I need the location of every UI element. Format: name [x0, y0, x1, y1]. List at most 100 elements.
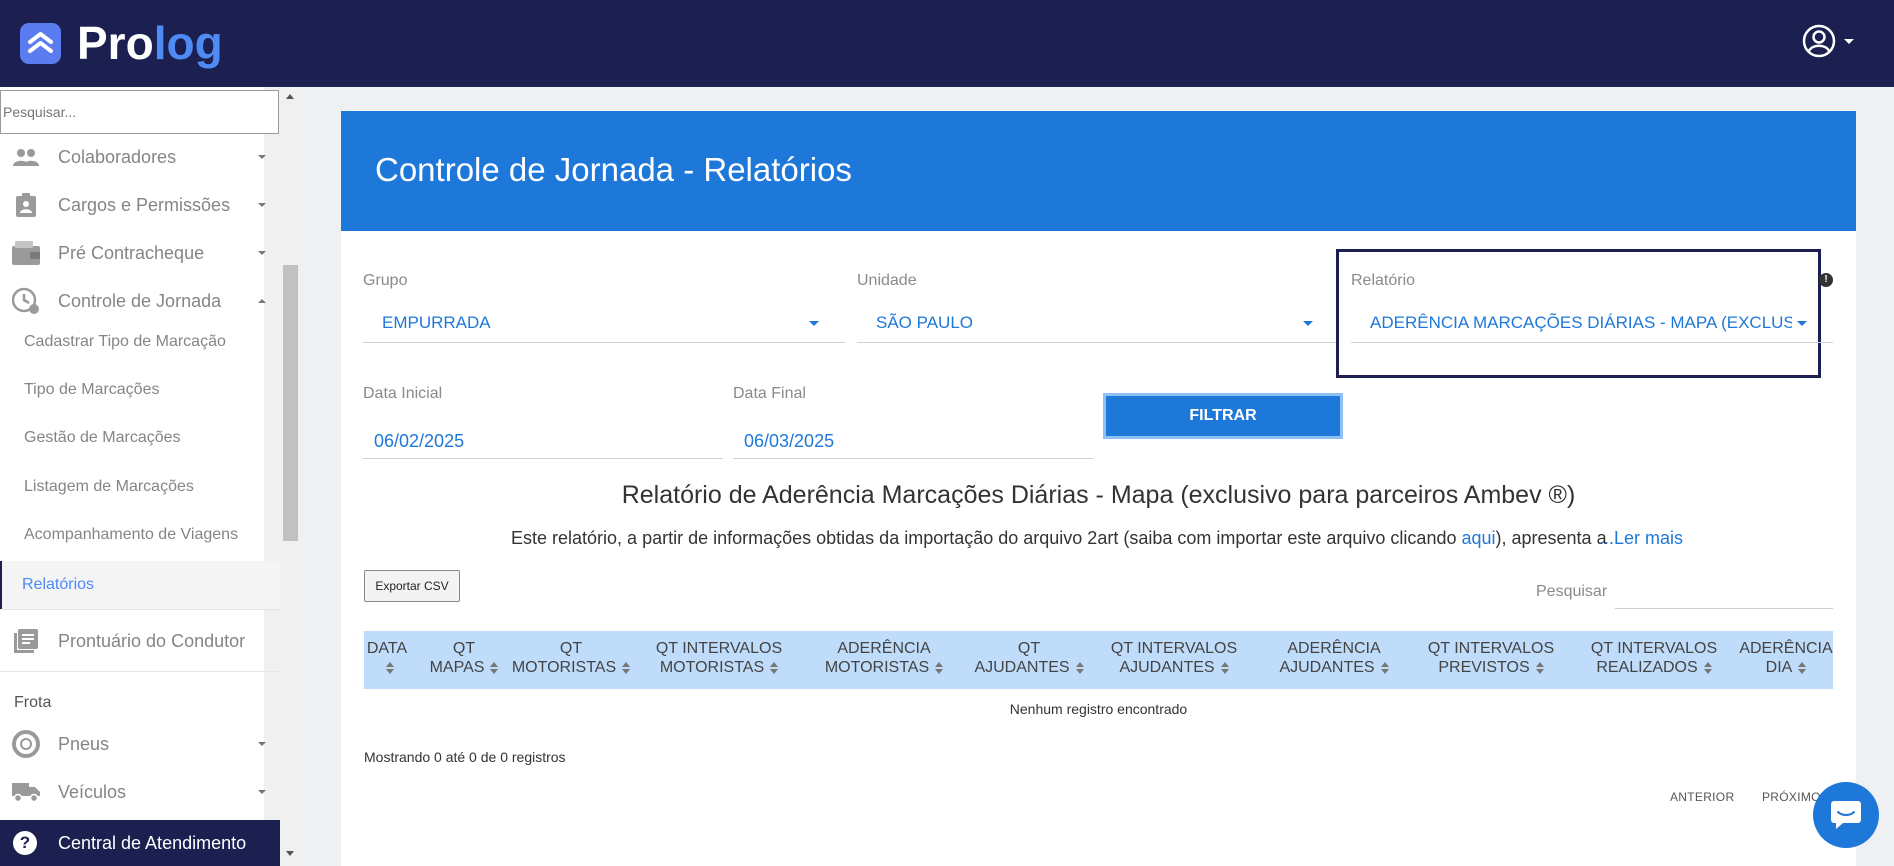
table-search-input[interactable] — [1615, 575, 1833, 609]
wallet-icon — [12, 239, 40, 267]
relatorio-value: ADERÊNCIA MARCAÇÕES DIÁRIAS - MAPA (EXCL… — [1370, 313, 1792, 332]
report-desc-text: Este relatório, a partir de informações … — [511, 528, 1462, 548]
chat-button[interactable] — [1813, 782, 1879, 848]
chevron-down-icon — [258, 155, 266, 159]
column-header-qt-ajudantes[interactable]: QT AJUDANTES — [964, 639, 1094, 677]
sidebar-item-cargos[interactable]: Cargos e Permissões — [0, 185, 280, 225]
truck-icon — [12, 778, 40, 806]
sort-icon — [935, 661, 944, 674]
table-search-label: Pesquisar — [1536, 583, 1608, 600]
sidebar-section-frota: Frota — [14, 694, 52, 711]
sidebar-item-label: Prontuário do Condutor — [58, 630, 246, 651]
sidebar-item-pneus[interactable]: Pneus — [0, 724, 280, 764]
data-final-value: 06/03/2025 — [744, 431, 835, 451]
sidebar-sub-cadastrar-tipo[interactable]: Cadastrar Tipo de Marcação — [0, 324, 280, 360]
chevron-down-icon — [258, 790, 266, 794]
sidebar-item-label: Controle de Jornada — [58, 290, 222, 311]
sidebar-divider — [0, 671, 280, 672]
column-header-qt-motoristas[interactable]: QT MOTORISTAS — [506, 639, 636, 677]
column-header-aderencia-motoristas[interactable]: ADERÊNCIA MOTORISTAS — [809, 639, 959, 677]
sidebar-sub-relatorios[interactable]: Relatórios — [0, 561, 280, 609]
anterior-button[interactable]: ANTERIOR — [1670, 790, 1734, 804]
column-header-qt-intervalos-previstos[interactable]: QT INTERVALOS PREVISTOS — [1416, 639, 1566, 677]
export-csv-button[interactable]: Exportar CSV — [364, 570, 460, 602]
column-header-data[interactable]: DATA — [364, 639, 410, 677]
sidebar-item-label: Veículos — [58, 781, 127, 802]
info-icon[interactable]: ! — [1819, 273, 1833, 287]
prolog-logo[interactable]: Prolog — [20, 20, 223, 66]
report-title: Relatório de Aderência Marcações Diárias… — [621, 481, 1576, 509]
logo-mark-icon — [20, 22, 61, 64]
column-header-qt-intervalos-ajudantes[interactable]: QT INTERVALOS AJUDANTES — [1099, 639, 1249, 677]
column-header-qt-intervalos-realizados[interactable]: QT INTERVALOS REALIZADOS — [1579, 639, 1729, 677]
column-header-qt-mapas[interactable]: QT MAPAS — [424, 639, 504, 677]
sidebar-item-pre-contracheque[interactable]: Pré Contracheque — [0, 233, 280, 273]
sort-icon — [770, 661, 779, 674]
ler-mais-link[interactable]: ...Ler mais — [1599, 528, 1683, 549]
user-avatar-icon — [1802, 24, 1836, 58]
report-desc-text-end: ), apresenta a — [1495, 528, 1607, 548]
sidebar-item-veiculos[interactable]: Veículos — [0, 772, 280, 812]
badge-icon — [12, 191, 40, 219]
chevron-down-icon — [1844, 38, 1854, 44]
empty-table-message: Nenhum registro encontrado — [1009, 701, 1188, 717]
sidebar-divider — [0, 609, 280, 610]
column-header-aderencia-dia[interactable]: ADERÊNCIA DIA — [1739, 639, 1833, 677]
sidebar-item-label: Pré Contracheque — [58, 242, 205, 263]
scroll-up-icon[interactable] — [286, 94, 294, 99]
unidade-label: Unidade — [857, 272, 917, 289]
card-header: Controle de Jornada - Relatórios — [341, 111, 1856, 231]
tire-icon — [12, 730, 40, 758]
table-info: Mostrando 0 até 0 de 0 registros — [364, 749, 566, 765]
grupo-select[interactable]: EMPURRADA — [363, 301, 845, 343]
table-header: DATA QT MAPAS QT MOTORISTAS QT INTERVALOS M… — [364, 631, 1833, 689]
column-header-qt-intervalos-motoristas[interactable]: QT INTERVALOS MOTORISTAS — [644, 639, 794, 677]
aqui-link[interactable]: aqui — [1461, 528, 1495, 548]
central-atendimento-button[interactable]: ? Central de Atendimento — [0, 820, 280, 866]
scroll-down-icon[interactable] — [286, 851, 294, 856]
sidebar-sub-gestao-marcacoes[interactable]: Gestão de Marcações — [0, 420, 280, 456]
sort-icon — [1075, 661, 1084, 674]
sidebar-item-label: Cargos e Permissões — [58, 194, 231, 215]
sidebar-scroll-thumb[interactable] — [283, 265, 298, 541]
chevron-down-icon — [258, 251, 266, 255]
sort-icon — [1535, 661, 1544, 674]
data-final-input[interactable]: 06/03/2025 — [733, 417, 1093, 459]
sidebar-item-colaboradores[interactable]: Colaboradores — [0, 137, 280, 177]
dropdown-arrow-icon — [1797, 321, 1807, 326]
chat-icon — [1831, 801, 1861, 829]
chevron-down-icon — [258, 742, 266, 746]
dropdown-arrow-icon — [1303, 321, 1313, 326]
sidebar-sub-acompanhamento-viagens[interactable]: Acompanhamento de Viagens — [0, 517, 280, 553]
column-header-aderencia-ajudantes[interactable]: ADERÊNCIA AJUDANTES — [1259, 639, 1409, 677]
page-title: Controle de Jornada - Relatórios — [375, 151, 852, 188]
logo-text: Prolog — [77, 17, 223, 69]
sidebar-item-prontuario[interactable]: Prontuário do Condutor — [0, 621, 280, 661]
main-card: Controle de Jornada - Relatórios Grupo E… — [341, 111, 1856, 866]
unidade-value: SÃO PAULO — [876, 313, 973, 332]
grupo-value: EMPURRADA — [382, 313, 491, 332]
relatorio-select[interactable]: ADERÊNCIA MARCAÇÕES DIÁRIAS - MAPA (EXCL… — [1351, 301, 1833, 343]
data-inicial-input[interactable]: 06/02/2025 — [363, 417, 723, 459]
proximo-button[interactable]: PRÓXIMO — [1762, 790, 1821, 804]
sort-icon — [1380, 661, 1389, 674]
sidebar-sub-tipo-marcacoes[interactable]: Tipo de Marcações — [0, 372, 280, 408]
data-inicial-label: Data Inicial — [363, 385, 443, 402]
sort-icon — [622, 661, 631, 674]
sidebar-sub-listagem-marcacoes[interactable]: Listagem de Marcações — [0, 469, 280, 505]
help-icon: ? — [13, 831, 37, 855]
sidebar-sub-label: Listagem de Marcações — [24, 478, 194, 495]
unidade-select[interactable]: SÃO PAULO — [857, 301, 1339, 343]
report-description: Este relatório, a partir de informações … — [511, 528, 1607, 549]
sort-icon — [1703, 661, 1712, 674]
sidebar-search-input[interactable] — [0, 90, 279, 134]
top-bar: Prolog — [0, 0, 1894, 87]
chevron-up-icon — [258, 299, 266, 303]
user-menu-button[interactable] — [1802, 24, 1854, 58]
relatorio-label: Relatório — [1351, 272, 1416, 289]
sidebar-item-controle-jornada[interactable]: Controle de Jornada — [0, 281, 280, 321]
sort-icon — [490, 661, 499, 674]
sidebar-sub-label: Gestão de Marcações — [24, 429, 181, 446]
chevron-down-icon — [258, 203, 266, 207]
filtrar-button[interactable]: FILTRAR — [1103, 393, 1343, 439]
